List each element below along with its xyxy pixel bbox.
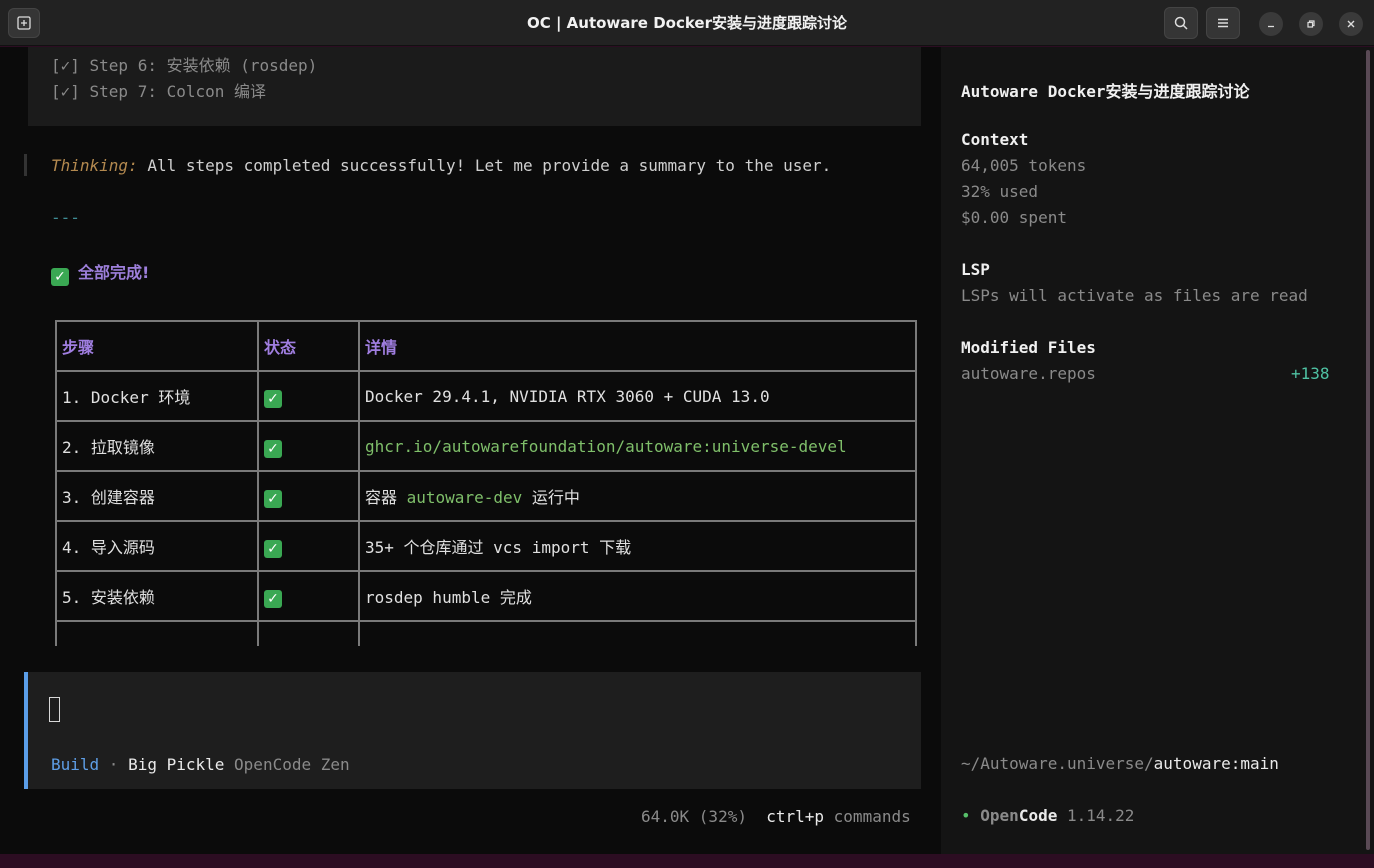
table-cell-detail: 容器 autoware-dev 运行中 [358,470,917,522]
status-dot-icon: • [961,806,971,825]
title-bar: OC | Autoware Docker安装与进度跟踪讨论 [0,0,1374,46]
check-mark-icon: ✓ [264,489,282,508]
text-cursor [49,697,60,722]
prompt-input[interactable]: Build · Big Pickle OpenCode Zen [24,672,921,789]
table-cell-step: 4. 导入源码 [55,520,259,572]
table-cell-step [55,620,259,646]
table-header-row: 步骤 状态 详情 [55,320,917,372]
summary-table: 步骤 状态 详情 1. Docker 环境 ✓ Docker 29.4.1, N… [55,320,917,646]
shortcut-key[interactable]: ctrl+p [766,807,824,826]
table-cell-step: 1. Docker 环境 [55,370,259,422]
conversation-pane[interactable]: [✓] Step 6: 安装依赖 (rosdep) [✓] Step 7: Co… [0,47,941,854]
minimize-button[interactable] [1259,12,1283,36]
table-cell-status: ✓ [257,420,360,472]
table-cell-step: 2. 拉取镜像 [55,420,259,472]
modified-file-delta: +138 [1291,364,1330,383]
table-row: 1. Docker 环境 ✓ Docker 29.4.1, NVIDIA RTX… [55,370,917,422]
shortcut-label: commands [824,807,911,826]
token-usage: 64.0K (32%) [641,807,747,826]
agent-mode[interactable]: Build [51,755,99,774]
app-version-line: • OpenCode 1.14.22 [961,806,1134,825]
scrollbar[interactable] [1366,50,1370,850]
table-row [55,620,917,646]
close-icon [1347,20,1355,28]
table-header-cell: 步骤 [55,320,259,372]
check-mark-icon: ✓ [264,589,282,608]
table-cell-status [257,620,360,646]
session-title: Autoware Docker安装与进度跟踪讨论 [961,82,1250,101]
model-selector[interactable]: Build · Big Pickle OpenCode Zen [51,755,350,774]
context-spent: $0.00 spent [961,208,1067,227]
path-directory: ~/Autoware.universe/ [961,754,1154,773]
lsp-heading: LSP [961,260,990,279]
summary-heading-text: 全部完成! [78,263,150,282]
app-name-open: Open [980,806,1019,825]
table-header-cell: 状态 [257,320,360,372]
search-button[interactable] [1164,7,1198,39]
menu-button[interactable] [1206,7,1240,39]
context-heading: Context [961,130,1029,149]
detail-text: Docker 29.4.1, NVIDIA RTX 3060 + CUDA 13… [365,386,770,406]
lsp-status: LSPs will activate as files are read [961,286,1308,305]
detail-text: 容器 [365,488,407,507]
status-line: 64.0K (32%) ctrl+p commands [641,807,911,826]
table-cell-step: 5. 安装依赖 [55,570,259,622]
check-mark-icon: ✓ [264,389,282,408]
search-icon [1174,16,1188,30]
hamburger-menu-icon [1218,18,1228,28]
check-mark-icon: ✓ [51,268,69,286]
separator-dot: · [99,755,129,774]
workspace-path: ~/Autoware.universe/autoware:main [961,754,1279,773]
table-row: 3. 创建容器 ✓ 容器 autoware-dev 运行中 [55,470,917,522]
summary-heading: ✓ 全部完成! [51,259,149,286]
check-mark-icon: ✓ [264,439,282,458]
table-cell-status: ✓ [257,470,360,522]
check-mark-icon: ✓ [264,539,282,558]
path-branch: autoware:main [1153,754,1279,773]
table-row: 2. 拉取镜像 ✓ ghcr.io/autowarefoundation/aut… [55,420,917,472]
detail-text: 运行中 [522,488,580,507]
table-cell-detail: rosdep humble 完成 [358,570,917,622]
thinking-label: Thinking: [51,156,138,175]
detail-code: ghcr.io/autowarefoundation/autoware:univ… [365,436,847,456]
session-sidebar: Autoware Docker安装与进度跟踪讨论 Context 64,005 … [941,47,1374,854]
table-cell-step: 3. 创建容器 [55,470,259,522]
context-used: 32% used [961,182,1039,201]
detail-text: rosdep humble 完成 [365,588,532,607]
table-cell-status: ✓ [257,520,360,572]
table-cell-status: ✓ [257,570,360,622]
table-row: 4. 导入源码 ✓ 35+ 个仓库通过 vcs import 下载 [55,520,917,572]
table-cell-detail: 35+ 个仓库通过 vcs import 下载 [358,520,917,572]
app-version: 1.14.22 [1066,806,1135,825]
step-line: [✓] Step 6: 安装依赖 (rosdep) [51,56,318,75]
modified-files-heading: Modified Files [961,338,1096,357]
table-cell-status: ✓ [257,370,360,422]
restore-icon [1307,20,1315,28]
close-button[interactable] [1339,12,1363,36]
thinking-message: Thinking: All steps completed successful… [51,156,831,175]
step-line: [✓] Step 7: Colcon 编译 [51,82,267,101]
input-accent-bar [24,672,28,789]
context-tokens: 64,005 tokens [961,156,1087,175]
separator: --- [51,208,80,227]
app-name-code: Code [1018,806,1058,825]
model-name[interactable]: Big Pickle [128,755,224,774]
table-cell-detail: ghcr.io/autowarefoundation/autoware:univ… [358,420,917,472]
table-row: 5. 安装依赖 ✓ rosdep humble 完成 [55,570,917,622]
table-cell-detail: Docker 29.4.1, NVIDIA RTX 3060 + CUDA 13… [358,370,917,422]
table-cell-detail [358,620,917,646]
thinking-text: All steps completed successfully! Let me… [137,156,832,175]
provider-name: OpenCode Zen [224,755,350,774]
table-header-cell: 详情 [358,320,917,372]
modified-file-name[interactable]: autoware.repos [961,364,1096,383]
thinking-indicator-bar [24,154,27,176]
minimize-icon [1268,25,1274,28]
detail-code: autoware-dev [406,488,523,507]
restore-button[interactable] [1299,12,1323,36]
detail-text: 35+ 个仓库通过 vcs import 下载 [365,538,632,557]
